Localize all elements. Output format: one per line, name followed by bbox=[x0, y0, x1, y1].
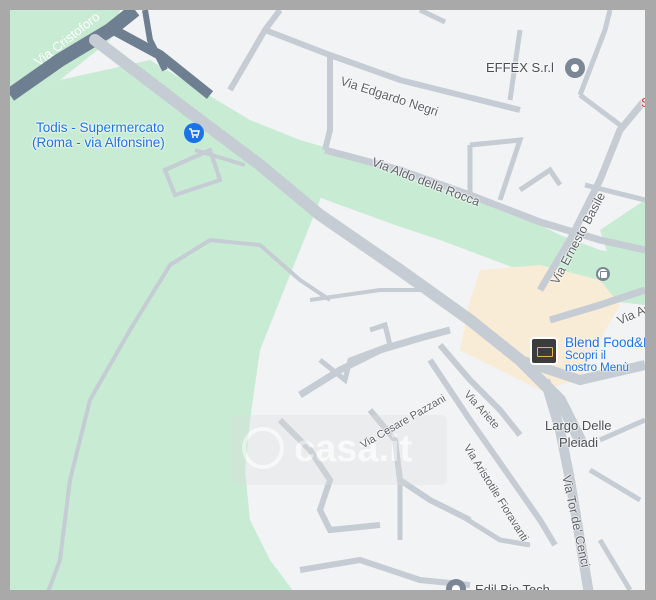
bus-stop-icon[interactable] bbox=[596, 267, 610, 281]
poi-label-todis-line2[interactable]: (Roma - via Alfonsine) bbox=[32, 135, 165, 150]
location-pin-icon[interactable] bbox=[565, 58, 585, 78]
pin-dot bbox=[571, 64, 579, 72]
poi-label-todis-line1[interactable]: Todis - Supermercato bbox=[36, 120, 164, 135]
location-pin-icon[interactable] bbox=[446, 579, 466, 590]
poi-label-effex[interactable]: EFFEX S.r.l bbox=[486, 61, 554, 75]
restaurant-glyph bbox=[537, 347, 553, 357]
shopping-cart-icon[interactable] bbox=[184, 123, 204, 143]
restaurant-icon[interactable] bbox=[530, 337, 558, 365]
map-canvas[interactable] bbox=[10, 10, 656, 600]
poi-label-blend[interactable]: Blend Food&D bbox=[565, 335, 645, 350]
bus-glyph bbox=[600, 271, 608, 279]
poi-label-edil[interactable]: Edil Bio Tech bbox=[475, 583, 550, 591]
poi-label-blend-sub2: nostro Menù bbox=[565, 362, 629, 374]
casa-it-watermark: casa.it bbox=[232, 415, 447, 485]
poi-label-red-partial[interactable]: St bbox=[641, 96, 645, 110]
map-frame[interactable]: casa.it Via Cristoforo Via Edgardo Negri… bbox=[0, 0, 656, 600]
pin-dot bbox=[452, 585, 460, 590]
place-label-largo-line2: Pleiadi bbox=[559, 435, 599, 450]
home-icon bbox=[242, 427, 284, 469]
shopping-cart-glyph bbox=[189, 128, 200, 138]
place-label-largo-line1: Largo Delle bbox=[545, 418, 612, 433]
